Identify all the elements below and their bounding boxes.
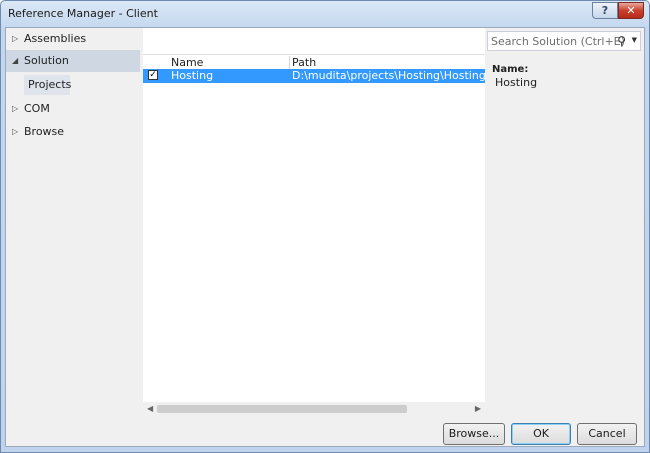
nav-item-browse[interactable]: ▷ Browse [6, 121, 140, 143]
nav-item-label: Assemblies [24, 32, 87, 45]
close-button[interactable]: ✕ [618, 2, 644, 19]
nav-item-label: Solution [24, 54, 69, 67]
chevron-down-icon[interactable]: ▼ [632, 36, 637, 44]
title-bar[interactable]: Reference Manager - Client ? ✕ [1, 1, 649, 27]
header-divider [143, 54, 485, 55]
dialog-body: ▷ Assemblies ◢ Solution Projects ▷ COM ▷… [5, 27, 645, 447]
scroll-left-icon[interactable]: ◀ [147, 404, 153, 413]
row-checkbox[interactable]: ✓ [148, 70, 158, 80]
category-nav: ▷ Assemblies ◢ Solution Projects ▷ COM ▷… [6, 28, 140, 416]
search-placeholder: Search Solution (Ctrl+E) [491, 35, 625, 48]
help-button[interactable]: ? [592, 2, 618, 19]
horizontal-scrollbar[interactable]: ◀ ▶ [143, 402, 485, 416]
row-name: Hosting [171, 69, 214, 82]
browse-button[interactable]: Browse... [443, 423, 505, 445]
expand-arrow-icon[interactable]: ▷ [12, 98, 18, 120]
nav-item-label: Browse [24, 125, 65, 138]
window-title: Reference Manager - Client [8, 7, 158, 20]
nav-item-solution[interactable]: ◢ Solution [6, 50, 140, 72]
ok-button[interactable]: OK [511, 423, 571, 445]
scroll-thumb[interactable] [157, 405, 407, 413]
cancel-button[interactable]: Cancel [577, 423, 637, 445]
reference-manager-window: Reference Manager - Client ? ✕ ▷ Assembl… [0, 0, 650, 453]
detail-name-label: Name: [492, 64, 529, 75]
table-row[interactable]: ✓ Hosting D:\mudita\projects\Hosting\Hos… [143, 69, 485, 83]
row-path: D:\mudita\projects\Hosting\Hosting\Hosti… [292, 69, 485, 82]
nav-item-com[interactable]: ▷ COM [6, 98, 140, 120]
expand-arrow-icon[interactable]: ▷ [12, 28, 18, 50]
details-pane: Search Solution (Ctrl+E) ⚲ ▼ Name: Hosti… [485, 28, 644, 416]
detail-name-value: Hosting [495, 76, 538, 89]
search-input[interactable]: Search Solution (Ctrl+E) ⚲ ▼ [487, 31, 641, 51]
collapse-arrow-icon[interactable]: ◢ [12, 50, 18, 72]
nav-item-label: COM [24, 102, 50, 115]
expand-arrow-icon[interactable]: ▷ [12, 121, 18, 143]
nav-item-projects[interactable]: Projects [24, 75, 71, 95]
nav-item-assemblies[interactable]: ▷ Assemblies [6, 28, 140, 50]
scroll-right-icon[interactable]: ▶ [475, 404, 481, 413]
column-header-path[interactable]: Path [292, 56, 482, 70]
magnifier-icon[interactable]: ⚲ [617, 34, 626, 48]
reference-list[interactable]: Name Path ✓ Hosting D:\mudita\projects\H… [143, 28, 485, 416]
column-header-name[interactable]: Name [171, 56, 290, 70]
